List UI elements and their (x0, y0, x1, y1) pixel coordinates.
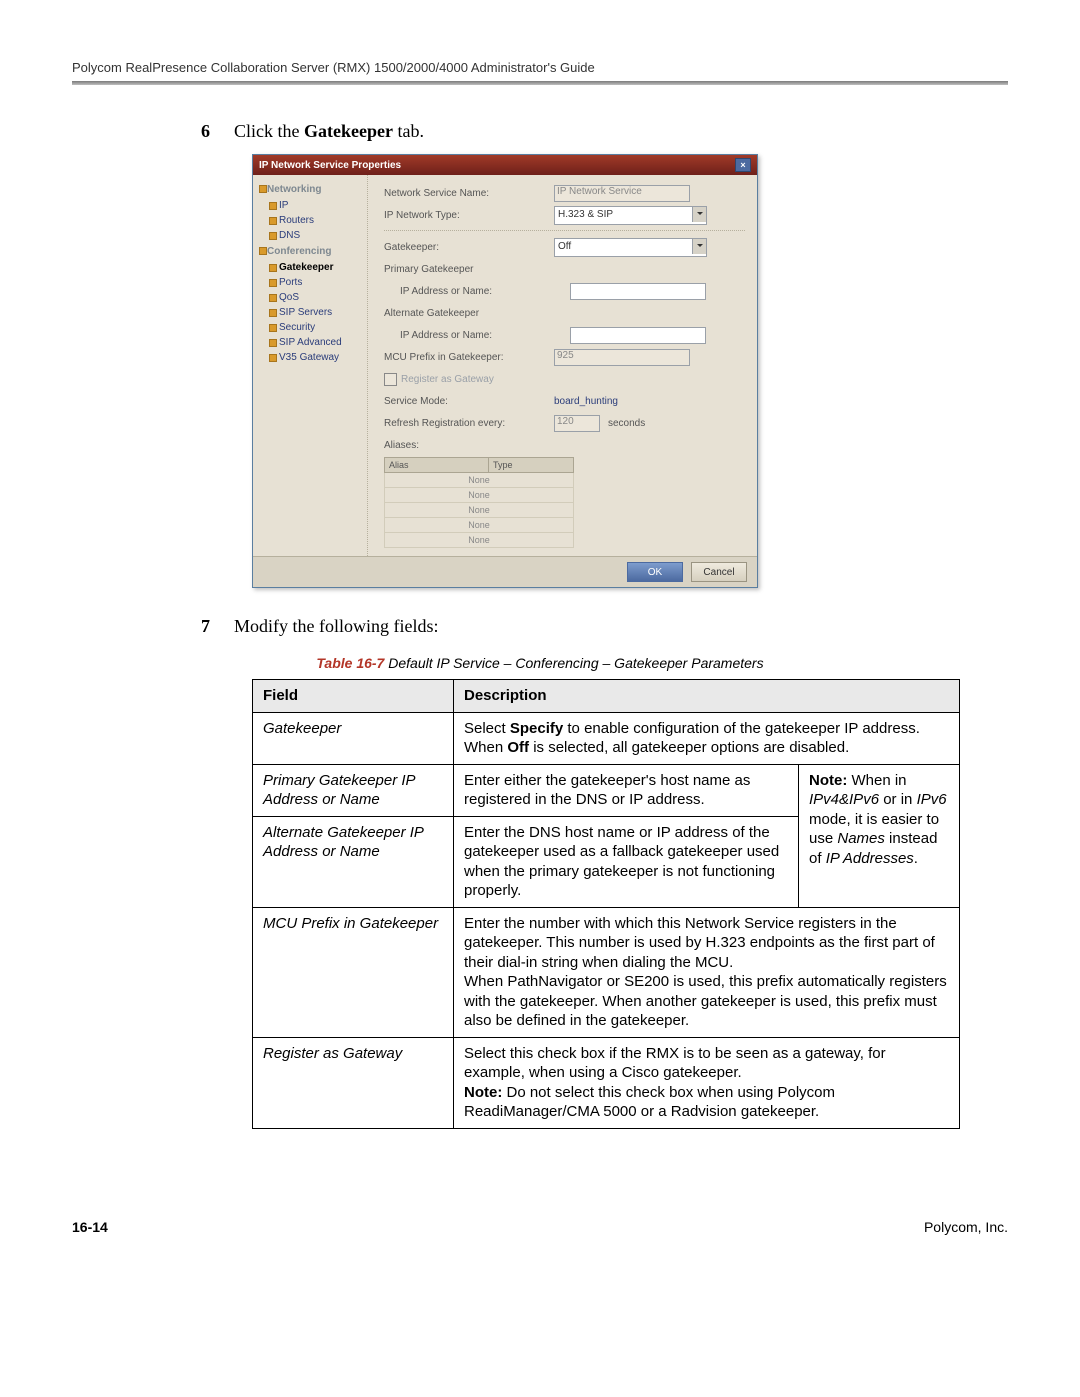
cell-desc-gatekeeper: Select Specify to enable configuration o… (454, 712, 960, 764)
value-service-mode: board_hunting (554, 396, 618, 407)
input-primary-ip[interactable] (570, 283, 706, 300)
input-refresh-registration[interactable]: 120 (554, 415, 600, 432)
table-row: Primary Gatekeeper IP Address or Name En… (253, 764, 960, 816)
dialog-nav: Networking IP Routers DNS Conferencing G… (253, 175, 368, 556)
cell-desc-primary-gk: Enter either the gatekeeper's host name … (454, 764, 799, 816)
step-7-text: Modify the following fields: (234, 616, 438, 637)
select-gatekeeper[interactable]: Off (554, 238, 707, 257)
table-caption-lead: Table 16-7 (316, 655, 384, 671)
nav-item-sip-servers[interactable]: SIP Servers (253, 305, 367, 320)
label-alternate-gatekeeper: Alternate Gatekeeper (384, 308, 554, 319)
dialog-button-bar: OK Cancel (253, 556, 757, 587)
th-alias: Alias (385, 458, 489, 473)
step-6: 6 Click the Gatekeeper tab. (192, 121, 1008, 142)
nav-item-security[interactable]: Security (253, 320, 367, 335)
cell-field-alternate-gk: Alternate Gatekeeper IP Address or Name (253, 816, 454, 907)
select-ip-network-type[interactable]: H.323 & SIP (554, 206, 707, 225)
dialog-form: Network Service Name: IP Network Service… (368, 175, 757, 556)
label-primary-gatekeeper: Primary Gatekeeper (384, 264, 554, 275)
alias-row-3: None (385, 503, 574, 518)
cell-side-note-ipv6: Note: When in IPv4&IPv6 or in IPv6 mode,… (799, 764, 960, 907)
table-row: MCU Prefix in Gatekeeper Enter the numbe… (253, 907, 960, 1037)
nav-item-v35-gateway[interactable]: V35 Gateway (253, 350, 367, 365)
nav-item-sip-advanced[interactable]: SIP Advanced (253, 335, 367, 350)
alias-row-1: None (385, 473, 574, 488)
cancel-button[interactable]: Cancel (691, 562, 747, 582)
unit-seconds: seconds (608, 418, 645, 429)
cell-field-primary-gk: Primary Gatekeeper IP Address or Name (253, 764, 454, 816)
dialog-title: IP Network Service Properties (259, 160, 401, 171)
table-caption: Table 16-7 Default IP Service – Conferen… (72, 655, 1008, 671)
divider (384, 229, 745, 231)
alias-row-5: None (385, 533, 574, 548)
step-7-number: 7 (192, 616, 210, 637)
label-register-gateway: Register as Gateway (401, 374, 494, 385)
label-refresh-registration: Refresh Registration every: (384, 418, 554, 429)
nav-group-conferencing[interactable]: Conferencing (253, 243, 367, 260)
step-7: 7 Modify the following fields: (192, 616, 1008, 637)
label-primary-ip: IP Address or Name: (384, 286, 570, 297)
header-rule (72, 81, 1008, 85)
step-6-text: Click the Gatekeeper tab. (234, 121, 424, 142)
page-header: Polycom RealPresence Collaboration Serve… (72, 60, 1008, 75)
nav-group-networking[interactable]: Networking (253, 181, 367, 198)
th-field: Field (253, 680, 454, 713)
th-type: Type (488, 458, 573, 473)
input-alternate-ip[interactable] (570, 327, 706, 344)
cell-desc-register-gateway: Select this check box if the RMX is to b… (454, 1037, 960, 1128)
th-description: Description (454, 680, 960, 713)
input-mcu-prefix[interactable]: 925 (554, 349, 690, 366)
alias-row-2: None (385, 488, 574, 503)
close-icon[interactable]: × (735, 158, 751, 172)
nav-item-qos[interactable]: QoS (253, 290, 367, 305)
nav-item-dns[interactable]: DNS (253, 228, 367, 243)
table-row: Register as Gateway Select this check bo… (253, 1037, 960, 1128)
page-footer: 16-14 Polycom, Inc. (72, 1219, 1008, 1235)
alias-row-4: None (385, 518, 574, 533)
ok-button[interactable]: OK (627, 562, 683, 582)
nav-item-gatekeeper[interactable]: Gatekeeper (253, 260, 367, 275)
page-number: 16-14 (72, 1219, 108, 1235)
cell-field-mcu-prefix: MCU Prefix in Gatekeeper (253, 907, 454, 1037)
label-gatekeeper: Gatekeeper: (384, 242, 554, 253)
cell-desc-mcu-prefix: Enter the number with which this Network… (454, 907, 960, 1037)
input-network-service-name: IP Network Service (554, 185, 690, 202)
ip-network-service-dialog: IP Network Service Properties × Networki… (252, 154, 758, 588)
dialog-titlebar: IP Network Service Properties × (253, 155, 757, 175)
parameters-table: Field Description Gatekeeper Select Spec… (252, 679, 960, 1129)
label-aliases: Aliases: (384, 440, 554, 451)
step-6-number: 6 (192, 121, 210, 142)
cell-desc-alternate-gk: Enter the DNS host name or IP address of… (454, 816, 799, 907)
label-ip-network-type: IP Network Type: (384, 210, 554, 221)
footer-company: Polycom, Inc. (924, 1219, 1008, 1235)
nav-item-ip[interactable]: IP (253, 198, 367, 213)
cell-field-gatekeeper: Gatekeeper (253, 712, 454, 764)
label-mcu-prefix: MCU Prefix in Gatekeeper: (384, 352, 554, 363)
label-alternate-ip: IP Address or Name: (384, 330, 570, 341)
cell-field-register-gateway: Register as Gateway (253, 1037, 454, 1128)
aliases-table: Alias Type None None None None None (384, 457, 574, 548)
label-service-mode: Service Mode: (384, 396, 554, 407)
nav-item-routers[interactable]: Routers (253, 213, 367, 228)
checkbox-register-gateway[interactable] (384, 373, 397, 386)
label-network-service-name: Network Service Name: (384, 188, 554, 199)
table-row: Gatekeeper Select Specify to enable conf… (253, 712, 960, 764)
nav-item-ports[interactable]: Ports (253, 275, 367, 290)
